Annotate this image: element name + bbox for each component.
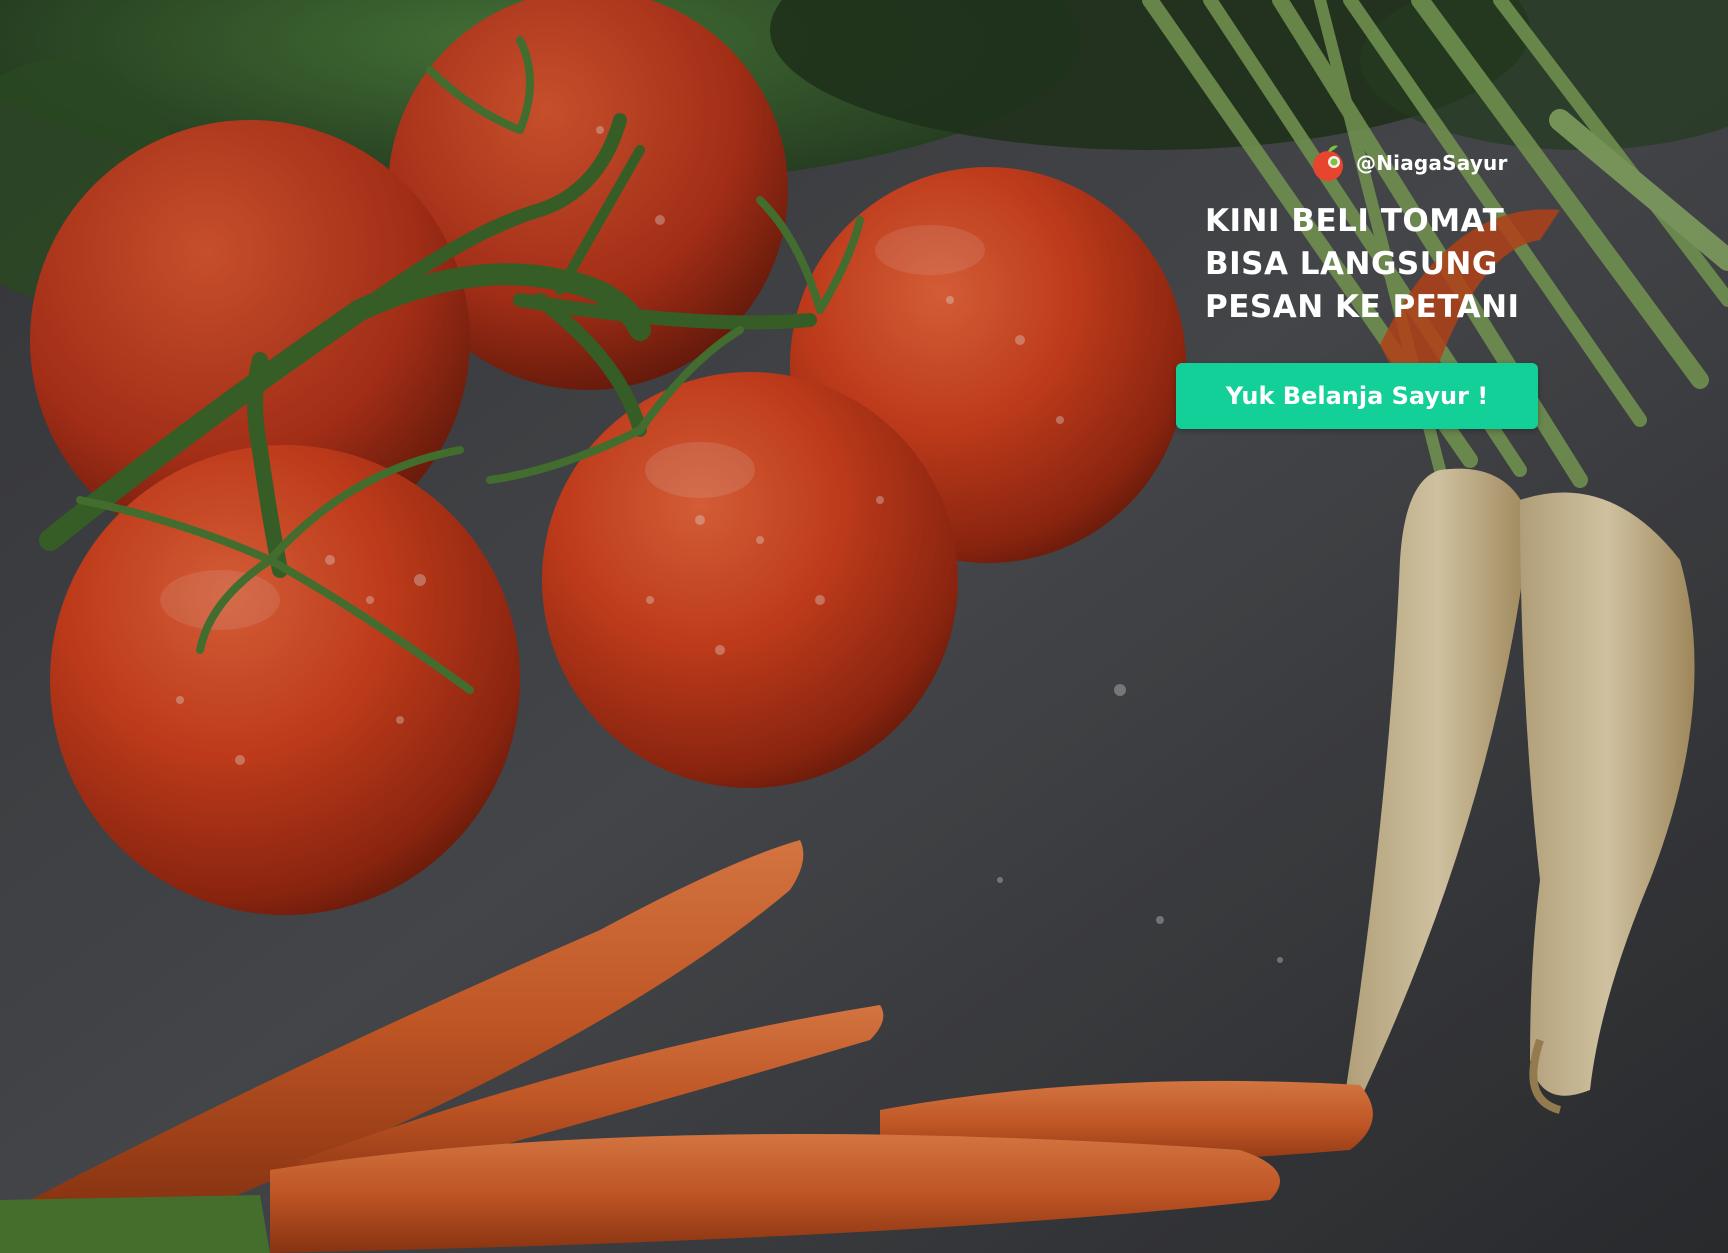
headline: KINI BELI TOMAT BISA LANGSUNG PESAN KE P…	[1205, 200, 1565, 329]
tomato-logo-icon	[1313, 145, 1343, 181]
brand-handle: @NiagaSayur	[1356, 151, 1508, 175]
headline-line: KINI BELI TOMAT	[1205, 203, 1505, 239]
banner: @NiagaSayur KINI BELI TOMAT BISA LANGSUN…	[0, 0, 1728, 1253]
shop-vegetables-button[interactable]: Yuk Belanja Sayur !	[1176, 363, 1538, 429]
vegetable-photo	[0, 0, 1728, 1253]
headline-line: BISA LANGSUNG	[1205, 246, 1498, 282]
brand: @NiagaSayur	[1310, 142, 1508, 184]
headline-line: PESAN KE PETANI	[1205, 289, 1520, 325]
